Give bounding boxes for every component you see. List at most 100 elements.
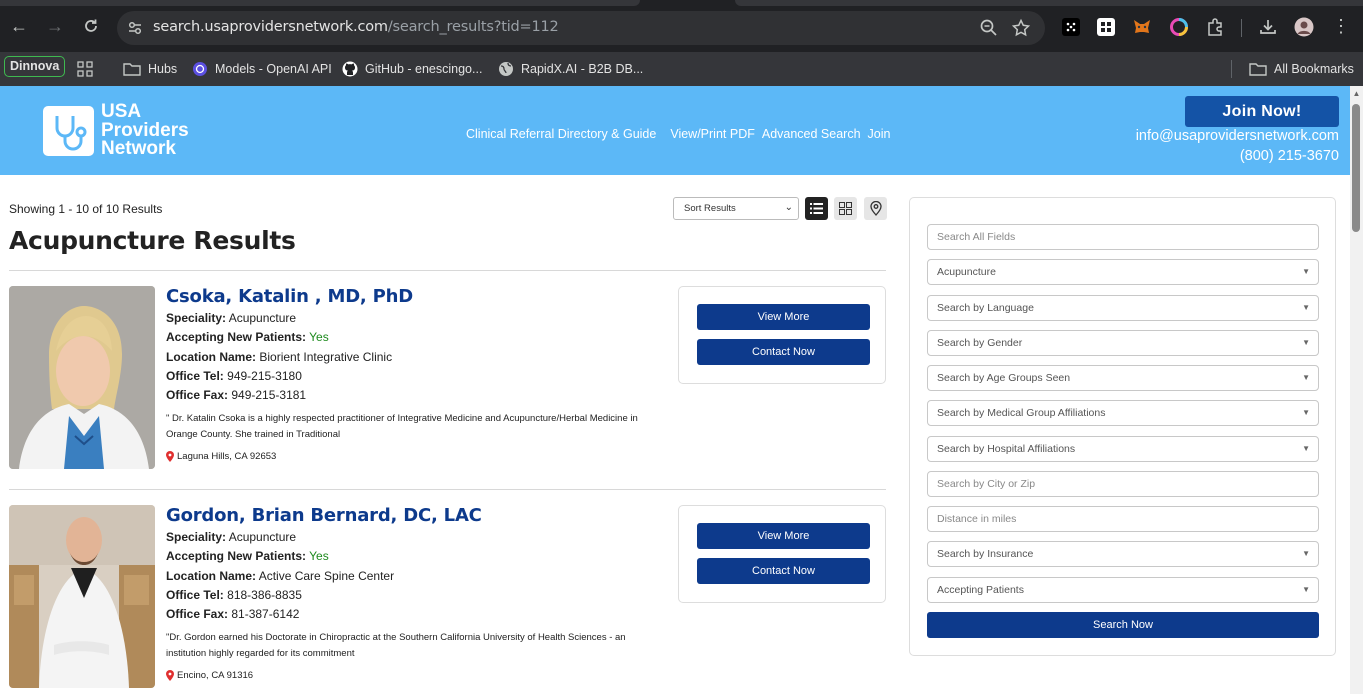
field-label: Speciality: xyxy=(166,311,227,325)
view-more-button[interactable]: View More xyxy=(697,523,870,549)
field-value[interactable]: 949-215-3180 xyxy=(227,369,302,383)
tabstrip-left xyxy=(0,0,640,6)
bookmarks-divider xyxy=(1231,60,1232,78)
accepting-select[interactable]: Accepting Patients ▼ xyxy=(927,577,1319,603)
folder-icon xyxy=(123,63,141,76)
contact-email[interactable]: info@usaprovidersnetwork.com xyxy=(1136,128,1339,144)
logo-stethoscope-icon[interactable] xyxy=(43,106,94,156)
all-bookmarks[interactable]: All Bookmarks xyxy=(1249,58,1354,80)
view-more-button[interactable]: View More xyxy=(697,304,870,330)
field-label: Office Fax: xyxy=(166,607,229,621)
provider-photo[interactable] xyxy=(9,505,155,688)
list-view-button[interactable] xyxy=(805,197,828,220)
extensions-puzzle-icon[interactable] xyxy=(1205,17,1225,37)
provider-location: Location Name: Biorient Integrative Clin… xyxy=(166,350,392,364)
field-label: Office Fax: xyxy=(166,388,229,402)
field-label: Accepting New Patients: xyxy=(166,330,307,344)
reload-icon[interactable] xyxy=(79,14,103,38)
github-icon xyxy=(342,61,358,77)
extension-grid-icon[interactable] xyxy=(1096,17,1116,37)
field-value: Acupuncture xyxy=(228,311,297,325)
nav-advanced-search[interactable]: Advanced Search xyxy=(762,127,861,141)
language-select[interactable]: Search by Language ▼ xyxy=(927,295,1319,321)
bookmark-openai[interactable]: Models - OpenAI API xyxy=(192,58,332,80)
logo-text[interactable]: USA Providers Network xyxy=(101,101,189,159)
forward-icon[interactable]: → xyxy=(43,14,67,38)
search-all-input[interactable]: Search All Fields xyxy=(927,224,1319,250)
join-now-button[interactable]: Join Now! xyxy=(1185,96,1339,127)
field-value: Yes xyxy=(309,549,329,563)
medical-group-select[interactable]: Search by Medical Group Affiliations ▼ xyxy=(927,400,1319,426)
address-bar[interactable]: search.usaprovidersnetwork.com/search_re… xyxy=(117,11,1045,45)
scrollbar-thumb[interactable] xyxy=(1352,104,1360,232)
bookmark-label: RapidX.AI - B2B DB... xyxy=(521,62,644,76)
back-icon[interactable]: ← xyxy=(7,14,31,38)
all-bookmarks-label: All Bookmarks xyxy=(1274,62,1354,76)
zoom-icon[interactable] xyxy=(979,18,999,38)
contact-now-button[interactable]: Contact Now xyxy=(697,558,870,584)
color-ring-icon[interactable] xyxy=(1169,17,1189,37)
age-groups-select[interactable]: Search by Age Groups Seen ▼ xyxy=(927,365,1319,391)
extension-dots-icon[interactable] xyxy=(1061,17,1081,37)
site-settings-icon[interactable] xyxy=(125,18,145,38)
location-pin-icon xyxy=(166,670,174,681)
bookmark-hubs[interactable]: Hubs xyxy=(123,58,177,80)
field-label: Accepting New Patients: xyxy=(166,549,307,563)
divider xyxy=(9,270,886,271)
provider-name[interactable]: Csoka, Katalin , MD, PhD xyxy=(166,286,413,307)
sort-select[interactable]: Sort Results ⌄ xyxy=(673,197,799,220)
provider-fax: Office Fax: 949-215-3181 xyxy=(166,388,306,402)
bookmark-star-icon[interactable] xyxy=(1011,18,1031,38)
insurance-select[interactable]: Search by Insurance ▼ xyxy=(927,541,1319,567)
bookmark-label: Models - OpenAI API xyxy=(215,62,332,76)
dropdown-arrow-icon: ▼ xyxy=(1302,267,1310,276)
url-text[interactable]: search.usaprovidersnetwork.com/search_re… xyxy=(153,19,559,35)
field-label: Location Name: xyxy=(166,350,257,364)
browser-menu-icon[interactable]: ⋮ xyxy=(1329,14,1353,38)
city-zip-input[interactable]: Search by City or Zip xyxy=(927,471,1319,497)
gender-select[interactable]: Search by Gender ▼ xyxy=(927,330,1319,356)
bookmark-label: Hubs xyxy=(148,62,178,76)
bookmark-dinnova[interactable]: Dinnova xyxy=(4,56,66,77)
specialty-select[interactable]: Acupuncture ▼ xyxy=(927,259,1319,285)
field-value[interactable]: 818-386-8835 xyxy=(227,588,302,602)
field-value: Acupuncture xyxy=(228,530,297,544)
nav-view-print-pdf[interactable]: View/Print PDF xyxy=(670,127,755,141)
bookmark-github[interactable]: GitHub - enescingo... xyxy=(342,58,482,80)
site-header: USA Providers Network Clinical Referral … xyxy=(0,86,1350,175)
dropdown-arrow-icon: ▼ xyxy=(1302,303,1310,312)
provider-name[interactable]: Gordon, Brian Bernard, DC, LAC xyxy=(166,505,482,526)
select-value: Accepting Patients xyxy=(937,584,1024,596)
search-now-button[interactable]: Search Now xyxy=(927,612,1319,638)
dropdown-arrow-icon: ▼ xyxy=(1302,338,1310,347)
field-value: Active Care Spine Center xyxy=(258,569,395,583)
field-value: 81-387-6142 xyxy=(231,607,300,621)
map-view-button[interactable] xyxy=(864,197,887,220)
metamask-fox-icon[interactable] xyxy=(1132,17,1152,37)
select-value: Search by Language xyxy=(937,302,1034,314)
bookmark-rapidx[interactable]: RapidX.AI - B2B DB... xyxy=(498,58,643,80)
provider-location: Location Name: Active Care Spine Center xyxy=(166,569,394,583)
profile-avatar-icon[interactable] xyxy=(1294,17,1314,37)
contact-now-button[interactable]: Contact Now xyxy=(697,339,870,365)
select-value: Search by Hospital Affiliations xyxy=(937,443,1076,455)
hospital-select[interactable]: Search by Hospital Affiliations ▼ xyxy=(927,436,1319,462)
dropdown-arrow-icon: ▼ xyxy=(1302,373,1310,382)
location-pin-icon xyxy=(166,451,174,462)
contact-phone[interactable]: (800) 215-3670 xyxy=(1240,148,1339,164)
apps-grid-icon[interactable] xyxy=(77,61,93,77)
download-icon[interactable] xyxy=(1258,17,1278,37)
folder-icon xyxy=(1249,63,1267,76)
logo-line: USA xyxy=(101,101,142,122)
scroll-up-arrow-icon[interactable]: ▲ xyxy=(1352,90,1361,98)
field-label: Office Tel: xyxy=(166,588,224,602)
nav-join[interactable]: Join xyxy=(868,127,891,141)
provider-photo[interactable] xyxy=(9,286,155,469)
grid-view-button[interactable] xyxy=(834,197,857,220)
city-text: Encino, CA 91316 xyxy=(177,670,254,681)
chevron-down-icon: ⌄ xyxy=(784,202,793,213)
distance-input[interactable]: Distance in miles xyxy=(927,506,1319,532)
provider-fax: Office Fax: 81-387-6142 xyxy=(166,607,299,621)
nav-referral-directory[interactable]: Clinical Referral Directory & Guide xyxy=(466,127,656,141)
field-value: Yes xyxy=(309,330,329,344)
